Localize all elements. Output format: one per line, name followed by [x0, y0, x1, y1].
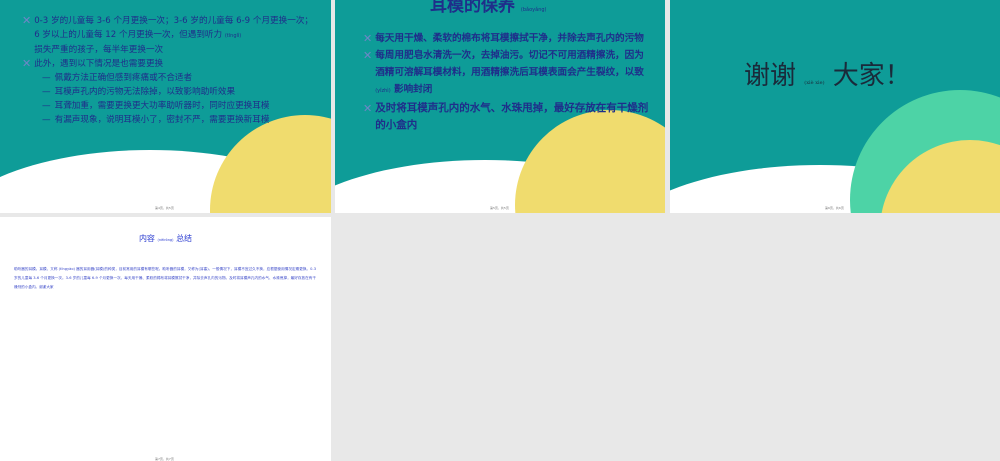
summary-title: 内容 (nèiróng) 总结 [138, 234, 193, 243]
slide-thumbnail-1[interactable]: ✕ 0-3 岁的儿童每 3-6 个月更换一次；3-6 岁的儿童每 6-9 个月更… [0, 0, 331, 213]
thanks-text: 谢谢 (xiè xie) 大家！ [744, 61, 911, 91]
x-bullet-icon: ✕ [22, 14, 32, 27]
bullet-1: ✕ 每天用干燥、柔软的棉布将耳模擦拭干净，并除去声孔内的污物 [363, 32, 644, 45]
x-bullet-icon: ✕ [363, 49, 373, 62]
sub-bullet: — 耳聋加重，需要更换更大功率助听器时，同时应更换耳模 [42, 101, 270, 111]
summary-text: 助听器的耳模。耳模，又称 (tīngyào) 器的耳用器(耳模)的种类，目前常用… [14, 267, 316, 289]
sub-bullet: — 有漏声现象，说明耳模小了，密封不严，需要更换新耳模 [42, 115, 270, 125]
page-number: 第5页，共5页 [490, 206, 509, 210]
slide-thumbnail-2[interactable]: 耳模的保养 (bǎoyǎng) ✕ 每天用干燥、柔软的棉布将耳模擦拭干净，并除去… [335, 0, 665, 213]
bullet-1: ✕ 0-3 岁的儿童每 3-6 个月更换一次；3-6 岁的儿童每 6-9 个月更… [22, 14, 314, 55]
sub-bullet: — 佩戴方法正确但感到疼痛或不合适者 [42, 73, 193, 83]
slide1-body: ✕ 0-3 岁的儿童每 3-6 个月更换一次；3-6 岁的儿童每 6-9 个月更… [22, 14, 317, 127]
bullet-3: ✕ 及时将耳模声孔内的水气、水珠甩掉，最好存放在有干燥剂的小盒内 [363, 102, 649, 131]
page-number: 第6页，共6页 [825, 206, 844, 210]
x-bullet-icon: ✕ [363, 32, 373, 45]
slide2-body: ✕ 每天用干燥、柔软的棉布将耳模擦拭干净，并除去声孔内的污物 ✕ 每周用肥皂水清… [363, 30, 653, 134]
sub-bullet: — 耳模声孔内的污物无法除掉，以致影响助听效果 [42, 87, 236, 97]
sub-bullets: — 佩戴方法正确但感到疼痛或不合适者 — 耳模声孔内的污物无法除掉，以致影响助听效果… [22, 71, 317, 127]
slide-thumbnail-4[interactable]: 内容 (nèiróng) 总结 助听器的耳模。耳模，又称 (tīngyào) 器… [0, 217, 331, 461]
bullet-2: ✕ 此外，遇到以下情况是也需要更换 [22, 57, 164, 70]
slide-title: 耳模的保养 (bǎoyǎng) [430, 0, 547, 16]
bullet-2: ✕ 每周用肥皂水清洗一次，去掉油污。切记不可用酒精擦洗，因为酒精可溶解耳模材料，… [363, 49, 644, 95]
x-bullet-icon: ✕ [363, 102, 373, 115]
x-bullet-icon: ✕ [22, 57, 32, 70]
page-number: 第4页，共5页 [155, 206, 174, 210]
page-number: 第7页，共7页 [155, 457, 174, 461]
slide-thumbnail-3[interactable]: 谢谢 (xiè xie) 大家！ 第6页，共6页 [670, 0, 1000, 213]
